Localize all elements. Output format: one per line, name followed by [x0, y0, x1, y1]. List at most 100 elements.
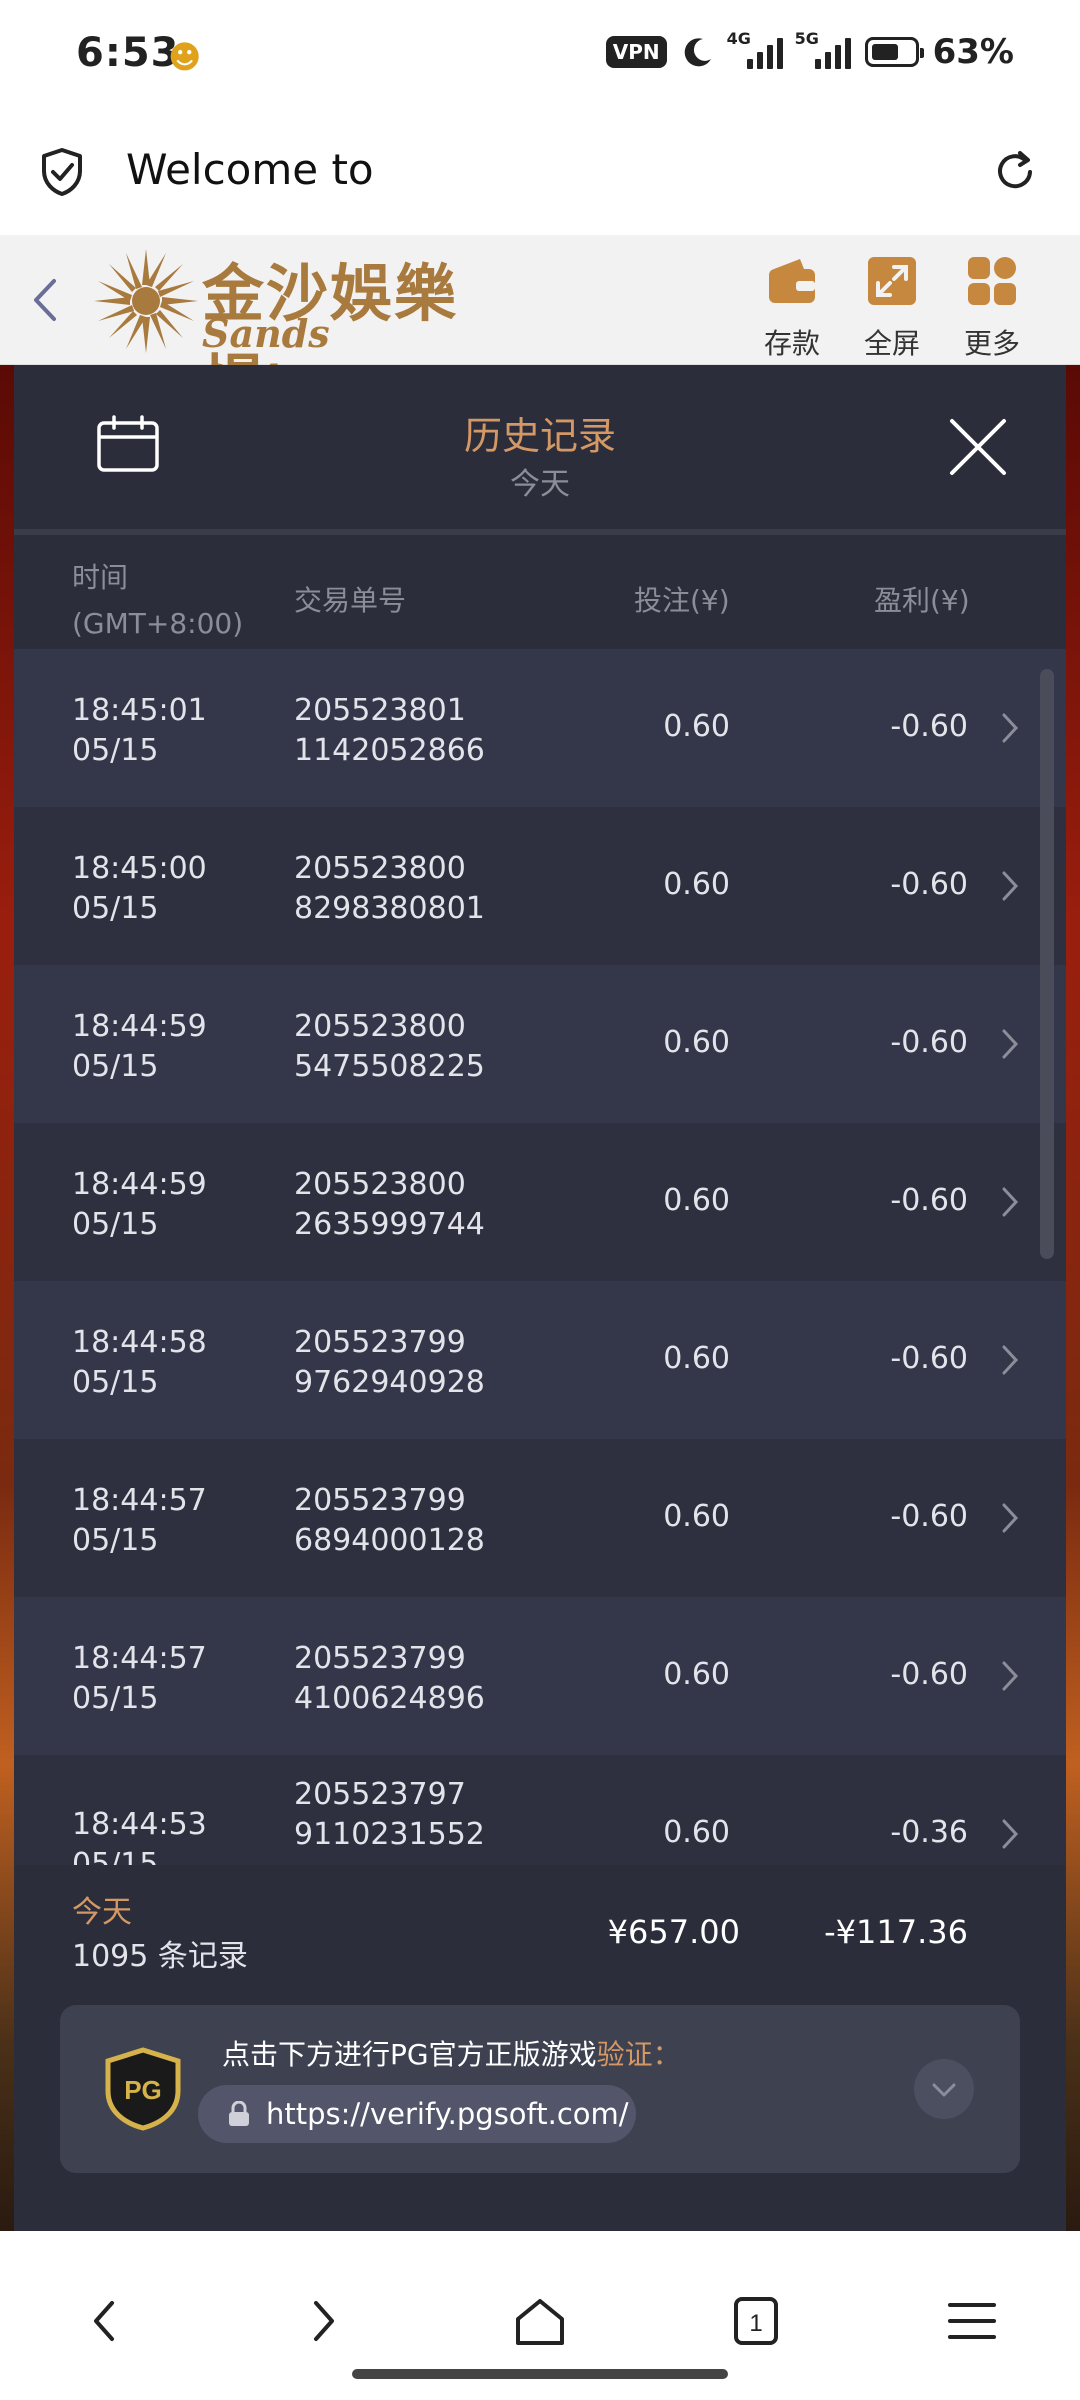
- row-time: 18:44:53 05/15: [72, 1807, 207, 1869]
- shield-check-icon[interactable]: [40, 147, 84, 197]
- forward-icon[interactable]: [292, 2291, 352, 2351]
- verify-url: https://verify.pgsoft.com/: [266, 2097, 629, 2131]
- deposit-label: 存款: [763, 327, 820, 360]
- table-row[interactable]: 18:45:00 05/15 205523800 8298380801 0.60 -…: [14, 807, 1066, 965]
- row-bet: 0.60: [663, 1183, 730, 1218]
- chevron-right-icon: [1002, 1345, 1019, 1375]
- row-profit: -0.36: [890, 1815, 968, 1850]
- table-row[interactable]: 18:44:57 05/15 205523799 6894000128 0.60 -…: [14, 1439, 1066, 1597]
- deposit-button[interactable]: 存款: [752, 255, 832, 362]
- summary-label: 今天: [72, 1895, 132, 1930]
- home-icon[interactable]: [510, 2291, 570, 2351]
- expand-button[interactable]: [914, 2059, 974, 2119]
- chevron-down-icon: [932, 2083, 956, 2097]
- table-row[interactable]: 18:44:59 05/15 205523800 5475508225 0.60 -…: [14, 965, 1066, 1123]
- tabs-icon[interactable]: 1: [726, 2291, 786, 2351]
- pg-verify-banner: PG 点击下方进行PG官方正版游戏验证： https://verify.pgso…: [60, 2005, 1020, 2173]
- browser-url-bar: Welcome to: [0, 115, 1080, 235]
- fullscreen-button[interactable]: 全屏: [852, 255, 932, 362]
- row-profit: -0.60: [890, 1499, 968, 1534]
- verify-url-link[interactable]: https://verify.pgsoft.com/: [198, 2085, 636, 2143]
- menu-icon[interactable]: [942, 2291, 1002, 2351]
- game-background-right: [1064, 365, 1080, 2231]
- chevron-right-icon: [1002, 1187, 1019, 1217]
- table-row[interactable]: 18:45:01 05/15 205523801 1142052866 0.60 -…: [14, 649, 1066, 807]
- row-order-id: 205523800 5475508225: [294, 1009, 485, 1084]
- row-profit: -0.60: [890, 1183, 968, 1218]
- row-bet: 0.60: [663, 1025, 730, 1060]
- row-bet: 0.60: [663, 1657, 730, 1692]
- row-time: 18:44:59 05/15: [72, 1167, 207, 1242]
- grid-icon: [968, 257, 1016, 305]
- table-row[interactable]: 18:44:59 05/15 205523800 2635999744 0.60 -…: [14, 1123, 1066, 1281]
- status-bar: 6:53 ☻ VPN 4G 5G 63%: [0, 0, 1080, 115]
- column-bet: 投注(¥): [634, 584, 730, 617]
- reload-icon[interactable]: [990, 147, 1040, 197]
- chevron-right-icon: [1002, 713, 1019, 743]
- table-row[interactable]: 18:44:57 05/15 205523799 4100624896 0.60 -…: [14, 1597, 1066, 1755]
- fullscreen-icon: [868, 257, 916, 305]
- row-bet: 0.60: [663, 709, 730, 744]
- battery-icon: [864, 37, 924, 67]
- chevron-right-icon: [1002, 1661, 1019, 1691]
- page-title[interactable]: Welcome to: [126, 145, 374, 194]
- gesture-bar[interactable]: [352, 2369, 728, 2379]
- more-label: 更多: [963, 327, 1020, 360]
- browser-bottom-nav: 1: [0, 2231, 1080, 2400]
- table-row[interactable]: 18:44:53 05/15 205523797 9110231552 0.60 -…: [14, 1755, 1066, 1869]
- total-bet: ¥657.00: [607, 1913, 740, 1951]
- row-bet: 0.60: [663, 1341, 730, 1376]
- back-arrow-icon[interactable]: [30, 277, 60, 323]
- status-indicators: VPN 4G 5G 63%: [605, 29, 1014, 72]
- history-header: 历史记录 今天: [14, 365, 1066, 535]
- row-bet: 0.60: [663, 867, 730, 902]
- back-icon[interactable]: [76, 2291, 136, 2351]
- sands-logo[interactable]: 金沙娛樂場 Sands 904.com: [90, 243, 520, 420]
- row-order-id: 205523799 9762940928: [294, 1325, 485, 1400]
- lock-icon: [229, 2101, 249, 2126]
- row-order-id: 205523799 4100624896: [294, 1641, 485, 1716]
- signal-4g-icon: 4G: [727, 29, 783, 69]
- pg-logo-text: PG: [124, 2075, 162, 2105]
- chevron-right-icon: [1002, 1819, 1019, 1849]
- history-date-filter[interactable]: 今天: [14, 459, 1066, 503]
- row-profit: -0.60: [890, 1341, 968, 1376]
- row-profit: -0.60: [890, 867, 968, 902]
- row-bet: 0.60: [663, 1499, 730, 1534]
- history-list[interactable]: 18:45:01 05/15 205523801 1142052866 0.60 -…: [14, 649, 1066, 1869]
- column-profit: 盈利(¥): [874, 584, 970, 617]
- table-header: 时间 (GMT+8:00) 交易单号 投注(¥) 盈利(¥): [14, 541, 1066, 649]
- site-header: 金沙娛樂場 Sands 904.com 存款 全屏 更多: [0, 235, 1080, 420]
- row-order-id: 205523800 8298380801: [294, 851, 485, 926]
- row-profit: -0.60: [890, 1657, 968, 1692]
- verify-text: 点击下方进行PG官方正版游戏验证：: [222, 2038, 681, 2071]
- pg-logo-icon: PG: [105, 2047, 181, 2131]
- history-panel: 历史记录 今天 时间 (GMT+8:00) 交易单号 投注(¥) 盈利(¥) 1…: [14, 365, 1066, 2231]
- row-bet: 0.60: [663, 1815, 730, 1850]
- signal-5g-icon: 5G: [795, 29, 851, 69]
- chevron-right-icon: [1002, 1503, 1019, 1533]
- moon-icon: [684, 38, 711, 67]
- more-button[interactable]: 更多: [952, 255, 1032, 362]
- close-icon[interactable]: [948, 417, 1008, 477]
- column-order: 交易单号: [294, 584, 407, 617]
- row-order-id: 205523800 2635999744: [294, 1167, 485, 1242]
- record-count: 1095 条记录: [72, 1939, 248, 1974]
- history-scrollbar[interactable]: [1040, 669, 1054, 1259]
- column-time: 时间 (GMT+8:00): [72, 561, 244, 640]
- row-time: 18:44:57 05/15: [72, 1483, 207, 1558]
- row-time: 18:45:00 05/15: [72, 851, 207, 926]
- history-title: 历史记录: [463, 414, 616, 458]
- row-profit: -0.60: [890, 1025, 968, 1060]
- row-order-id: 205523799 6894000128: [294, 1483, 485, 1558]
- row-order-id: 205523801 1142052866: [294, 693, 485, 768]
- notification-icon: ☻: [168, 38, 202, 76]
- history-summary: 今天 1095 条记录 ¥657.00 -¥117.36: [14, 1865, 1066, 1975]
- battery-percent: 63%: [932, 32, 1014, 72]
- row-time: 18:45:01 05/15: [72, 693, 207, 768]
- sun-logo-icon: [94, 249, 198, 353]
- fullscreen-label: 全屏: [863, 327, 920, 360]
- table-row[interactable]: 18:44:58 05/15 205523799 9762940928 0.60 -…: [14, 1281, 1066, 1439]
- chevron-right-icon: [1002, 1029, 1019, 1059]
- row-time: 18:44:58 05/15: [72, 1325, 207, 1400]
